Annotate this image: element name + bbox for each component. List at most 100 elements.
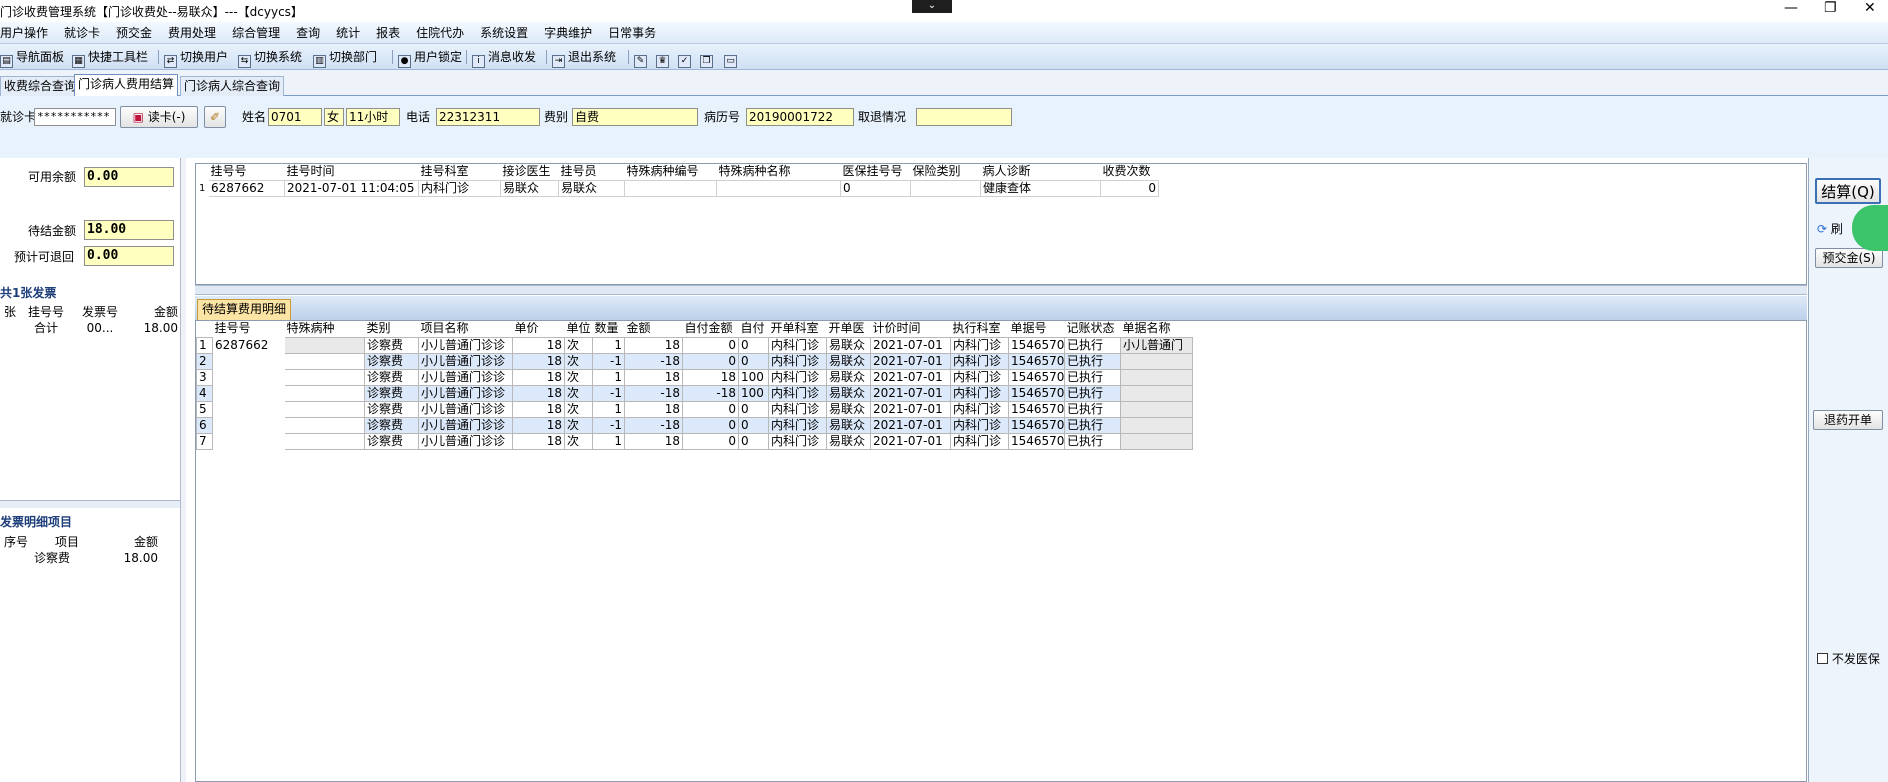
- window-title: 门诊收费管理系统【门诊收费处--易联众】---【dcyycs】: [0, 5, 303, 19]
- menu-stats[interactable]: 统计: [328, 22, 368, 44]
- floating-assistant-icon[interactable]: [1852, 205, 1888, 251]
- fee-detail-row[interactable]: 6 诊察费 小儿普通门诊诊 18 次 -1 -18 0 0 内科门诊 易联众 2021-07-01 内科…: [196, 416, 1193, 434]
- menu-dictionary[interactable]: 字典维护: [536, 22, 600, 44]
- invoice-detail-table: 序号 项目 金额 诊察费 18.00: [0, 534, 160, 566]
- pane-splitter[interactable]: [195, 285, 1807, 295]
- menu-daily[interactable]: 日常事务: [600, 22, 664, 44]
- lock-icon: ●: [398, 55, 411, 68]
- card-number-field[interactable]: ***********: [34, 108, 116, 126]
- close-button[interactable]: ✕: [1864, 0, 1876, 16]
- copy-tool-button[interactable]: ❐: [700, 48, 716, 68]
- switch-system-icon: ⇆: [238, 55, 251, 68]
- clear-button[interactable]: ✐: [204, 106, 226, 128]
- menu-inpatient[interactable]: 住院代办: [408, 22, 472, 44]
- nav-panel-icon: ▤: [0, 55, 13, 68]
- left-panel: 可用余额 0.00 待结金额 18.00 预计可退回 0.00 共1张发票 张 …: [0, 158, 186, 782]
- drug-refund-button[interactable]: 退药开单: [1813, 410, 1883, 430]
- menu-fees[interactable]: 费用处理: [160, 22, 224, 44]
- card-reader-icon: ▣: [132, 110, 144, 124]
- menu-prepay[interactable]: 预交金: [108, 22, 160, 44]
- broom-icon: ✐: [209, 110, 221, 124]
- fee-detail-header-row: 挂号号 特殊病种 类别 项目名称 单价 单位 数量 金额 自付金额 自付 开单科…: [196, 321, 1193, 337]
- switch-system-button[interactable]: ⇆ 切换系统: [238, 48, 302, 68]
- edit-tool-button[interactable]: ✎: [634, 48, 650, 68]
- phone-field[interactable]: 22312311: [436, 108, 540, 126]
- switch-dept-button[interactable]: ▥ 切换部门: [313, 48, 377, 68]
- name-label: 姓名: [242, 110, 267, 124]
- registration-row[interactable]: 1 6287662 2021-07-01 11:04:05 内科门诊 易联众 易…: [196, 179, 1159, 197]
- checkbox-icon: ✓: [678, 55, 691, 68]
- fee-type-field[interactable]: 自费: [572, 108, 698, 126]
- name-field[interactable]: 0701: [268, 108, 322, 126]
- record-number-label: 病历号: [704, 110, 741, 124]
- invoice-detail-header: 序号 项目 金额: [3, 534, 158, 549]
- left-splitter[interactable]: [0, 500, 186, 508]
- edit-icon: ✎: [634, 55, 647, 68]
- checkbox-icon: [1817, 653, 1828, 664]
- menu-query[interactable]: 查询: [288, 22, 328, 44]
- switch-user-button[interactable]: ⇄ 切换用户: [164, 48, 228, 68]
- invoice-count-title: 共1张发票: [0, 286, 57, 300]
- medal-icon: ♛: [656, 55, 669, 68]
- fee-detail-row[interactable]: 7 诊察费 小儿普通门诊诊 18 次 1 18 0 0 内科门诊 易联众 2021-07-01 内科门诊…: [196, 432, 1193, 450]
- refresh-button[interactable]: ⟳ 刷: [1817, 220, 1843, 237]
- read-card-button[interactable]: ▣ 读卡(-): [120, 106, 198, 128]
- settle-button[interactable]: 结算(Q): [1815, 178, 1881, 204]
- menu-reports[interactable]: 报表: [368, 22, 408, 44]
- age-field[interactable]: 11小时: [346, 108, 400, 126]
- fee-detail-row[interactable]: 4 诊察费 小儿普通门诊诊 18 次 -1 -18 -18 100 内科门诊 易联众 2021-07-…: [196, 384, 1193, 402]
- toolbar: ▤ 导航面板 ▦ 快捷工具栏 ⇄ 切换用户 ⇆ 切换系统 ▥ 切换部门 ● 用户锁定 i 消息…: [0, 44, 1888, 70]
- window-tool-button[interactable]: ▭: [724, 48, 740, 68]
- tab-outpatient-settlement[interactable]: 门诊病人费用结算: [74, 74, 179, 96]
- lock-user-button[interactable]: ● 用户锁定: [398, 48, 462, 68]
- title-bar: 门诊收费管理系统【门诊收费处--易联众】---【dcyycs】 ⌄ — ❐ ✕: [0, 0, 1888, 22]
- medal-tool-button[interactable]: ♛: [656, 48, 672, 68]
- card-label: 就诊卡: [0, 110, 37, 124]
- registration-header-row: 挂号号 挂号时间 挂号科室 接诊医生 挂号员 特殊病种编号 特殊病种名称 医保挂…: [196, 164, 1159, 180]
- fee-detail-row[interactable]: 2 诊察费 小儿普通门诊诊 18 次 -1 -18 0 0 内科门诊 易联众 2021-07-01 内科…: [196, 352, 1193, 370]
- right-action-panel: 结算(Q) ⟳ 刷 预交金(S) 退药开单 不发医保: [1808, 158, 1888, 782]
- fee-detail-row[interactable]: 5 诊察费 小儿普通门诊诊 18 次 1 18 0 0 内科门诊 易联众 2021-07-01 内科门诊…: [196, 400, 1193, 418]
- refresh-icon: ⟳: [1817, 222, 1828, 236]
- toolbar-icon: ▦: [72, 55, 85, 68]
- restore-button[interactable]: ❐: [1824, 0, 1837, 16]
- registration-table: 挂号号 挂号时间 挂号科室 接诊医生 挂号员 特殊病种编号 特殊病种名称 医保挂…: [196, 164, 1159, 197]
- fee-detail-row[interactable]: 3 诊察费 小儿普通门诊诊 18 次 1 18 18 100 内科门诊 易联众 2021-07-01 内…: [196, 368, 1193, 386]
- tab-fee-query[interactable]: 收费综合查询: [0, 76, 81, 96]
- patient-info-bar: 就诊卡 *********** ▣ 读卡(-) ✐ 姓名 0701 女 11小时…: [0, 96, 1888, 158]
- menu-settings[interactable]: 系统设置: [472, 22, 536, 44]
- invoice-header-row: 张 挂号号 发票号 金额: [3, 304, 178, 319]
- menu-card[interactable]: 就诊卡: [56, 22, 108, 44]
- info-icon: i: [472, 55, 485, 68]
- menu-user[interactable]: 用户操作: [0, 22, 56, 44]
- check-tool-button[interactable]: ✓: [678, 48, 694, 68]
- quick-toolbar-button[interactable]: ▦ 快捷工具栏: [72, 48, 148, 68]
- copy-icon: ❐: [700, 55, 713, 68]
- menu-management[interactable]: 综合管理: [224, 22, 288, 44]
- refund-estimate-field: 0.00: [84, 246, 174, 266]
- tab-bar: 收费综合查询 门诊病人费用结算 门诊病人综合查询: [0, 70, 1888, 96]
- left-panel-scrollbar[interactable]: [180, 158, 186, 782]
- exit-button[interactable]: ⇥ 退出系统: [552, 48, 616, 68]
- prepay-button[interactable]: 预交金(S): [1815, 248, 1883, 268]
- no-insurance-invoice-checkbox[interactable]: 不发医保: [1817, 650, 1880, 667]
- refund-status-label: 取退情况: [858, 110, 907, 124]
- minimize-button[interactable]: —: [1784, 0, 1798, 16]
- fee-detail-pane: 挂号号 特殊病种 类别 项目名称 单价 单位 数量 金额 自付金额 自付 开单科…: [195, 320, 1807, 782]
- nav-panel-button[interactable]: ▤ 导航面板: [0, 48, 64, 68]
- refund-status-field[interactable]: [916, 108, 1012, 126]
- pending-amount-field: 18.00: [84, 220, 174, 240]
- invoice-table: 张 挂号号 发票号 金额 合计 00... 18.00: [0, 304, 180, 336]
- tab-pending-fee-detail[interactable]: 待结算费用明细: [197, 299, 292, 320]
- sex-field[interactable]: 女: [324, 108, 344, 126]
- messages-button[interactable]: i 消息收发: [472, 48, 536, 68]
- tab-outpatient-query[interactable]: 门诊病人综合查询: [180, 76, 285, 96]
- fee-detail-row[interactable]: 1 6287662 诊察费 小儿普通门诊诊 18 次 1 18 0 0 内科门诊 易联众 2021-07…: [196, 336, 1193, 354]
- invoice-detail-row[interactable]: 诊察费 18.00: [0, 550, 160, 566]
- switch-dept-icon: ▥: [313, 55, 326, 68]
- window-icon: ▭: [724, 55, 737, 68]
- toolbar-separator: [392, 50, 393, 64]
- invoice-row[interactable]: 合计 00... 18.00: [0, 320, 180, 336]
- title-dropdown-button[interactable]: ⌄: [912, 0, 952, 13]
- record-number-field[interactable]: 20190001722: [746, 108, 854, 126]
